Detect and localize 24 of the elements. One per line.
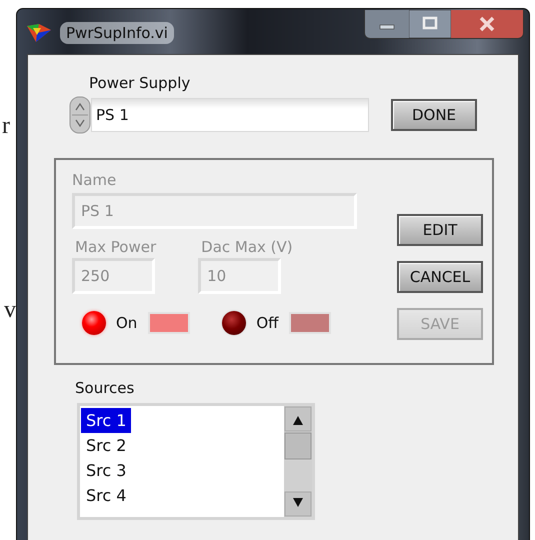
app-icon [27, 24, 51, 42]
done-button[interactable]: DONE [391, 99, 477, 131]
list-item[interactable]: Src 3 [81, 458, 132, 483]
minimize-button[interactable] [365, 10, 409, 38]
scrollbar[interactable] [284, 406, 312, 517]
action-button[interactable]: EDIT [397, 214, 483, 246]
list-item[interactable]: Src 4 [81, 483, 132, 508]
field-label: Max Power [75, 238, 156, 256]
indicator-label: On [116, 314, 138, 332]
background-text: v [4, 297, 16, 323]
list-item[interactable]: Src 1 [81, 408, 132, 433]
field-label: Dac Max (V) [201, 238, 293, 256]
window-title: PwrSupInfo.vi [60, 22, 174, 44]
maximize-button[interactable] [409, 10, 451, 38]
spinner-control[interactable] [69, 96, 91, 134]
indicator-label: Off [256, 314, 278, 332]
close-button[interactable] [451, 10, 523, 38]
field-label: Name [72, 171, 116, 189]
field-label: Power Supply [89, 74, 190, 92]
power-supply-field[interactable]: PS 1 [91, 98, 369, 132]
action-button[interactable]: CANCEL [397, 261, 483, 293]
list-item[interactable]: Src 2 [81, 433, 132, 458]
background-text: r [2, 113, 10, 139]
list-label: Sources [75, 379, 134, 397]
